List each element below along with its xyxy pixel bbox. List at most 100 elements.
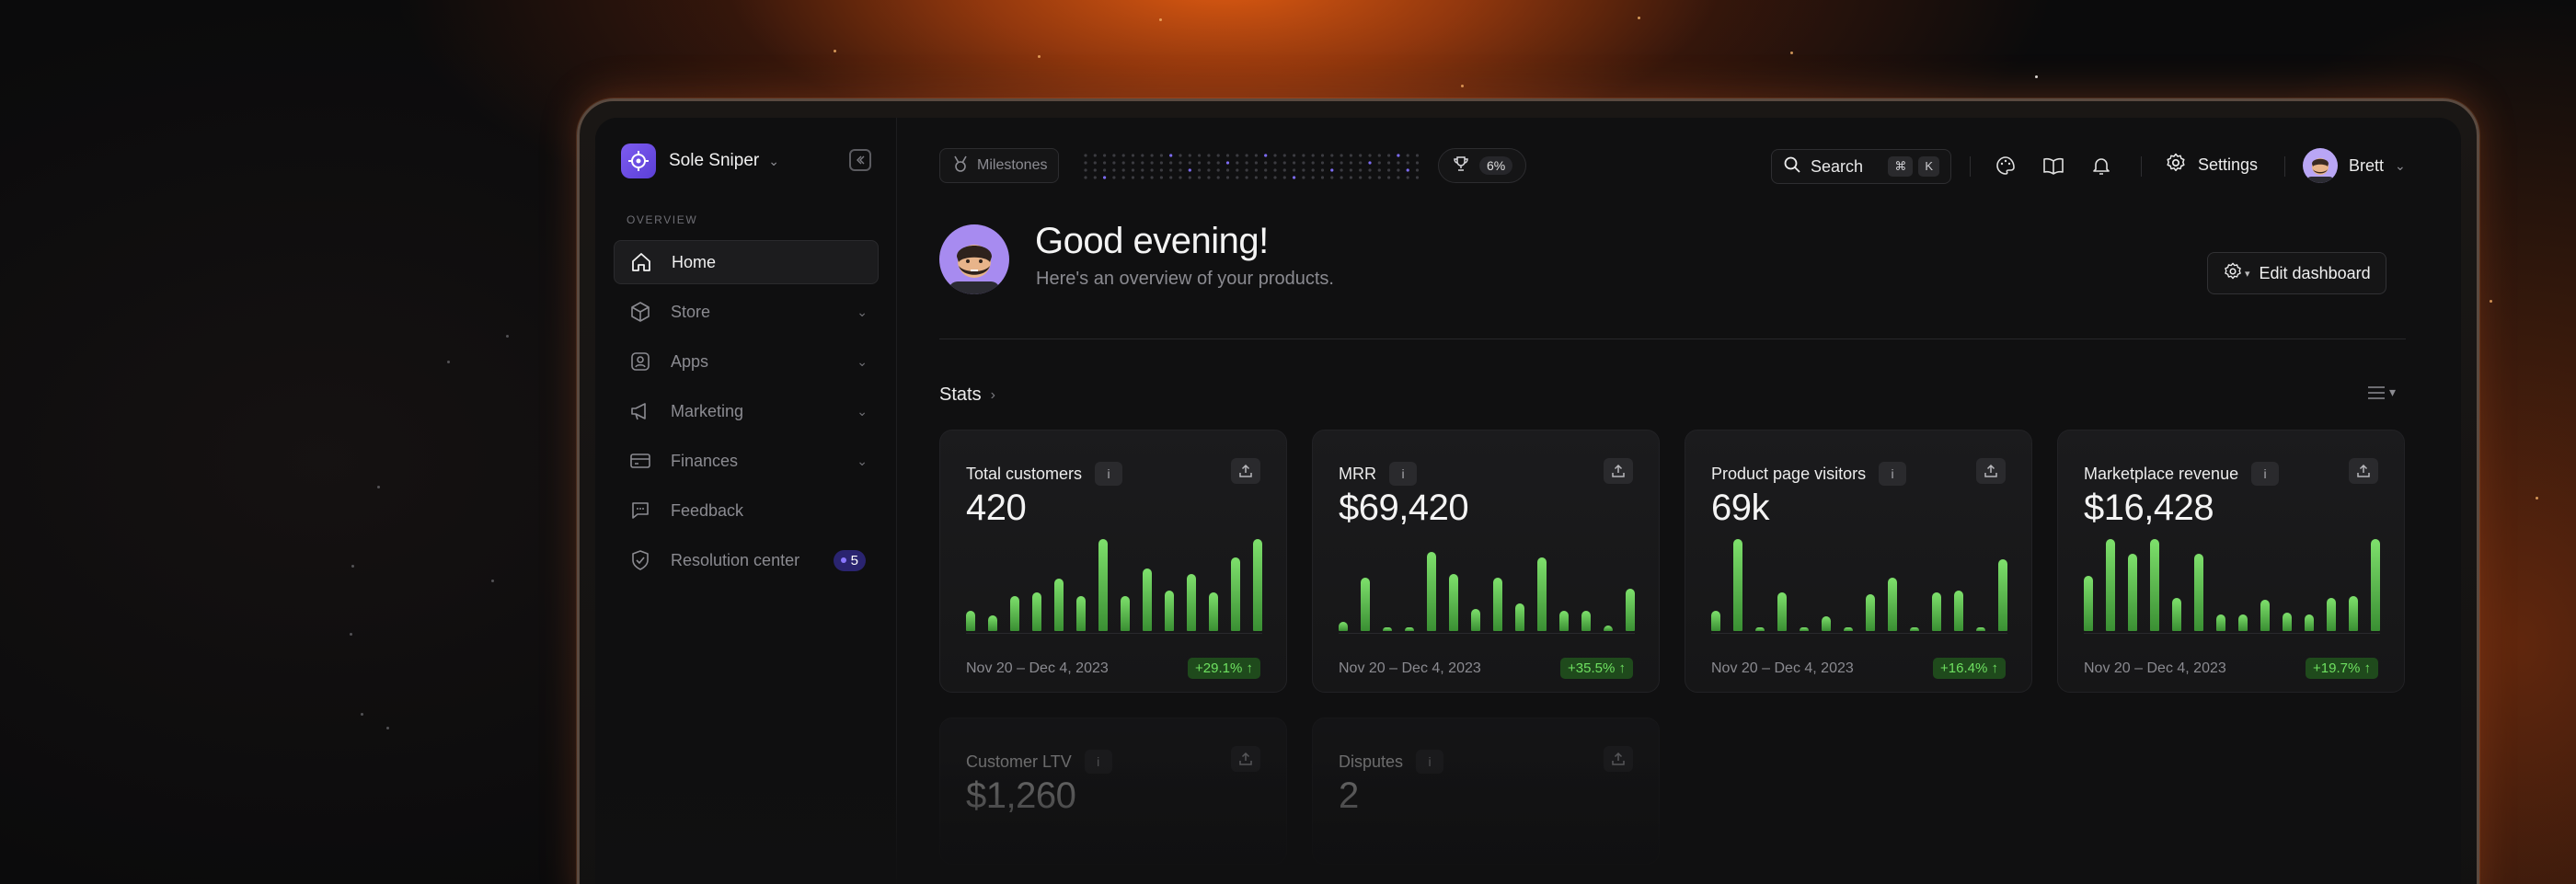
change-badge: +35.5% ↑ [1560, 658, 1633, 679]
palette-icon[interactable] [1992, 152, 2019, 179]
bell-icon[interactable] [2087, 152, 2115, 179]
export-icon[interactable] [1231, 458, 1260, 484]
progress-dot [1225, 161, 1230, 165]
export-icon[interactable] [1604, 458, 1633, 484]
chart-bar [1581, 611, 1591, 631]
settings-button[interactable]: Settings [2165, 152, 2258, 178]
sidebar-item-feedback[interactable]: Feedback [614, 488, 879, 533]
sidebar-item-resolution-center[interactable]: Resolution center 5 [614, 538, 879, 582]
chart-bar [1032, 592, 1041, 631]
stat-title-text: Marketplace revenue [2084, 464, 2239, 483]
progress-dot [1330, 168, 1334, 172]
stat-value: 420 [966, 488, 1027, 528]
book-icon[interactable] [2040, 152, 2067, 179]
chart-bar [1733, 539, 1742, 631]
progress-dot [1112, 176, 1116, 179]
sidebar-item-finances[interactable]: Finances ⌄ [614, 439, 879, 483]
progress-dot [1340, 161, 1343, 165]
stat-card[interactable]: Total customers i 420 Nov 20 – Dec 4, 2023 +… [939, 430, 1287, 693]
sidebar-item-label: Apps [671, 351, 709, 371]
stat-card[interactable]: Marketplace revenue i $16,428 Nov 20 – Dec … [2057, 430, 2405, 693]
progress-dot [1387, 176, 1391, 179]
progress-dot [1415, 154, 1420, 157]
info-icon[interactable]: i [1095, 462, 1123, 486]
medal-icon [951, 155, 970, 178]
info-icon[interactable]: i [1879, 462, 1907, 486]
list-icon [2368, 385, 2385, 399]
chevron-down-icon: ⌄ [857, 304, 868, 319]
milestones-button[interactable]: Milestones [939, 148, 1060, 183]
edit-dashboard-label: Edit dashboard [2259, 263, 2371, 282]
sidebar-item-label: Home [672, 252, 717, 271]
progress-dot [1245, 176, 1248, 179]
progress-dot [1188, 161, 1191, 165]
export-icon[interactable] [2349, 458, 2378, 484]
chart-baseline [2084, 633, 2380, 634]
chart-bar [1559, 611, 1569, 631]
sidebar-item-apps[interactable]: Apps ⌄ [614, 339, 879, 384]
search-button[interactable]: Search ⌘ K [1771, 149, 1951, 184]
progress-dot [1254, 168, 1258, 172]
progress-dot [1282, 154, 1286, 157]
progress-dot [1103, 161, 1107, 165]
change-badge: +29.1% ↑ [1188, 658, 1260, 679]
progress-dot [1349, 176, 1352, 179]
progress-dot [1198, 161, 1202, 165]
sidebar-item-marketing[interactable]: Marketing ⌄ [614, 389, 879, 433]
progress-dot [1273, 154, 1277, 157]
sidebar-item-store[interactable]: Store ⌄ [614, 290, 879, 334]
gear-icon [2165, 152, 2187, 178]
date-range: Nov 20 – Dec 4, 2023 [1339, 660, 1481, 676]
avatar [939, 224, 1009, 294]
chart-bar [2150, 539, 2159, 631]
progress-dot [1320, 161, 1325, 165]
gear-icon [2223, 261, 2243, 286]
progress-dot [1264, 176, 1268, 179]
progress-dot [1377, 176, 1381, 179]
progress-badge[interactable]: 6% [1438, 148, 1527, 183]
stat-title-text: MRR [1339, 464, 1376, 483]
stats-title: Stats [939, 385, 982, 405]
chart-baseline [1711, 633, 2007, 634]
chart-bar [1755, 627, 1765, 631]
stat-card[interactable]: MRR i $69,420 Nov 20 – Dec 4, 2023 +35.5% ↑ [1312, 430, 1660, 693]
user-menu[interactable]: Brett ⌄ [2303, 148, 2406, 183]
progress-dot [1207, 154, 1211, 157]
stat-value: $16,428 [2084, 488, 2214, 528]
chart-bar [1604, 626, 1613, 631]
progress-dot [1103, 176, 1107, 179]
notification-badge: 5 [833, 549, 866, 571]
progress-dot [1397, 168, 1400, 172]
stat-card[interactable]: Product page visitors i 69k Nov 20 – Dec 4,… [1685, 430, 2032, 693]
sidebar-item-label: Finances [671, 451, 739, 470]
stat-card-title: MRR i [1339, 462, 1417, 486]
chart-bar [1098, 539, 1108, 631]
crosshair-logo-icon [621, 144, 656, 178]
stat-value: $69,420 [1339, 488, 1469, 528]
stat-value: 69k [1711, 488, 1770, 528]
progress-dot [1207, 176, 1211, 179]
progress-dot [1141, 154, 1144, 157]
trophy-icon [1452, 155, 1470, 177]
progress-dot [1150, 168, 1154, 172]
progress-dot [1112, 168, 1116, 172]
progress-dot [1340, 154, 1343, 157]
list-options-button[interactable]: ▾ [2367, 385, 2396, 400]
progress-dot [1216, 168, 1220, 172]
workspace-switcher[interactable]: Sole Sniper ⌄ [621, 144, 779, 178]
progress-dot [1188, 154, 1191, 157]
progress-dot [1387, 161, 1391, 165]
progress-dot [1330, 154, 1334, 157]
stats-heading[interactable]: Stats › [939, 385, 995, 406]
info-icon[interactable]: i [2251, 462, 2280, 486]
progress-dot [1121, 154, 1125, 157]
sidebar-item-home[interactable]: Home [614, 240, 879, 284]
edit-dashboard-button[interactable]: ▾ Edit dashboard [2207, 252, 2386, 294]
progress-dot [1245, 168, 1248, 172]
info-icon[interactable]: i [1389, 462, 1417, 486]
collapse-sidebar-icon[interactable] [849, 149, 871, 171]
chart-bar [2327, 598, 2336, 631]
progress-dot [1330, 161, 1334, 165]
progress-dot [1349, 154, 1352, 157]
export-icon[interactable] [1976, 458, 2006, 484]
